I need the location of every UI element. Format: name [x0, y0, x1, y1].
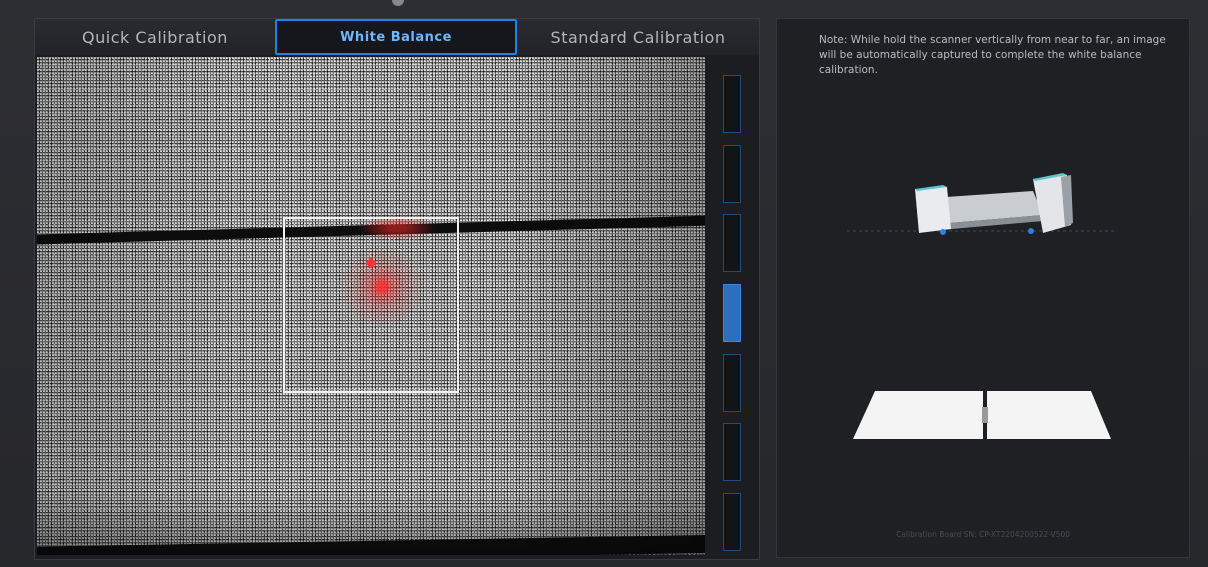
- distance-meter-segment: [723, 492, 741, 551]
- target-frame: [283, 217, 459, 393]
- viewport-vignette-bottom: [37, 495, 705, 555]
- distance-meter-segment: [723, 75, 741, 133]
- board-serial-number: Calibration Board SN: CP-XT2204200522-V5…: [896, 530, 1070, 539]
- scanner-illustration: [847, 173, 1117, 235]
- distance-meter-segment: [723, 423, 741, 482]
- camera-viewport: [37, 57, 705, 555]
- calibration-tabs: Quick Calibration White Balance Standard…: [35, 19, 759, 55]
- distance-meter-segment: [723, 353, 741, 412]
- instruction-panel: Note: While hold the scanner vertically …: [776, 18, 1190, 558]
- distance-meter: [723, 75, 741, 551]
- distance-meter-segment-active: [723, 283, 741, 342]
- tab-white-balance[interactable]: White Balance: [275, 19, 517, 55]
- tab-standard-calibration[interactable]: Standard Calibration: [517, 19, 759, 55]
- tab-quick-calibration[interactable]: Quick Calibration: [35, 19, 275, 55]
- distance-meter-segment: [723, 214, 741, 273]
- camera-panel: Quick Calibration White Balance Standard…: [34, 18, 760, 560]
- instruction-note: Note: While hold the scanner vertically …: [819, 34, 1166, 76]
- calibration-board-illustration: [853, 391, 1111, 439]
- distance-meter-segment: [723, 144, 741, 203]
